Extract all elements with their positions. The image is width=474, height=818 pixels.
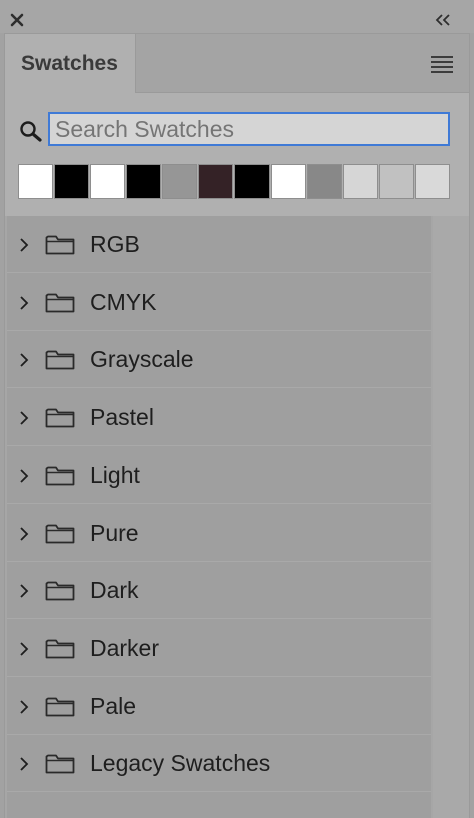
folder-icon: [45, 408, 75, 428]
folder-item[interactable]: Light: [7, 447, 431, 504]
swatches-panel: Swatches RGB CMYK Grayscale Pastel Light Pure…: [4, 33, 470, 818]
swatch[interactable]: [198, 164, 234, 199]
folder-icon: [45, 639, 75, 659]
swatch[interactable]: [414, 164, 450, 199]
chevron-right-icon[interactable]: [19, 237, 29, 253]
swatch[interactable]: [306, 164, 342, 199]
folder-label: Light: [90, 462, 140, 488]
hamburger-menu-icon[interactable]: [431, 56, 453, 73]
swatch-row: [18, 164, 450, 199]
swatch[interactable]: [90, 164, 126, 199]
folder-label: Grayscale: [90, 346, 194, 372]
folder-item[interactable]: Grayscale: [7, 331, 431, 388]
swatch[interactable]: [18, 164, 54, 199]
chevron-right-icon[interactable]: [19, 526, 29, 542]
folder-item[interactable]: Pastel: [7, 389, 431, 446]
folder-item[interactable]: CMYK: [7, 274, 431, 331]
swatch[interactable]: [54, 164, 90, 199]
folder-item[interactable]: Pale: [7, 678, 431, 735]
swatch[interactable]: [342, 164, 378, 199]
chevron-right-icon[interactable]: [19, 410, 29, 426]
swatch[interactable]: [126, 164, 162, 199]
swatch[interactable]: [162, 164, 198, 199]
folder-label: CMYK: [90, 289, 157, 315]
swatch-group-list: RGB CMYK Grayscale Pastel Light Pure Dark Darke…: [5, 216, 469, 818]
folder-icon: [45, 235, 75, 255]
folder-icon: [45, 524, 75, 544]
tab-label: Swatches: [21, 52, 118, 75]
panel-titlebar: [0, 0, 474, 33]
chevron-right-icon[interactable]: [19, 468, 29, 484]
double-chevron-left-icon[interactable]: [434, 13, 452, 27]
tab-strip: Swatches: [5, 34, 469, 93]
folder-item[interactable]: RGB: [7, 216, 431, 273]
folder-label: Pure: [90, 520, 139, 546]
folder-icon: [45, 581, 75, 601]
folder-label: Darker: [90, 635, 160, 661]
chevron-right-icon[interactable]: [19, 699, 29, 715]
folder-label: Pale: [90, 693, 137, 719]
folder-icon: [45, 466, 75, 486]
close-icon[interactable]: [10, 13, 24, 27]
folder-item[interactable]: Pure: [7, 505, 431, 562]
chevron-right-icon[interactable]: [19, 583, 29, 599]
chevron-right-icon[interactable]: [19, 352, 29, 368]
folder-icon: [45, 293, 75, 313]
folder-item[interactable]: Legacy Swatches: [7, 735, 431, 792]
folder-label: RGB: [90, 231, 140, 257]
chevron-right-icon[interactable]: [19, 295, 29, 311]
folder-icon: [45, 350, 75, 370]
folder-icon: [45, 697, 75, 717]
tab-swatches[interactable]: Swatches: [5, 34, 136, 93]
swatch[interactable]: [234, 164, 270, 199]
scrollbar[interactable]: [433, 216, 469, 818]
folder-icon: [45, 754, 75, 774]
folder-list: RGB CMYK Grayscale Pastel Light Pure Dark Darke…: [7, 216, 431, 818]
folder-label: Dark: [90, 577, 139, 603]
folder-item[interactable]: Dark: [7, 562, 431, 619]
folder-label: Legacy Swatches: [90, 750, 271, 776]
swatch[interactable]: [378, 164, 414, 199]
chevron-right-icon[interactable]: [19, 756, 29, 772]
folder-label: Pastel: [90, 404, 154, 430]
magnifier-icon: [20, 121, 42, 142]
search-input[interactable]: [48, 112, 450, 146]
folder-item[interactable]: Darker: [7, 620, 431, 677]
chevron-right-icon[interactable]: [19, 641, 29, 657]
swatch[interactable]: [270, 164, 306, 199]
